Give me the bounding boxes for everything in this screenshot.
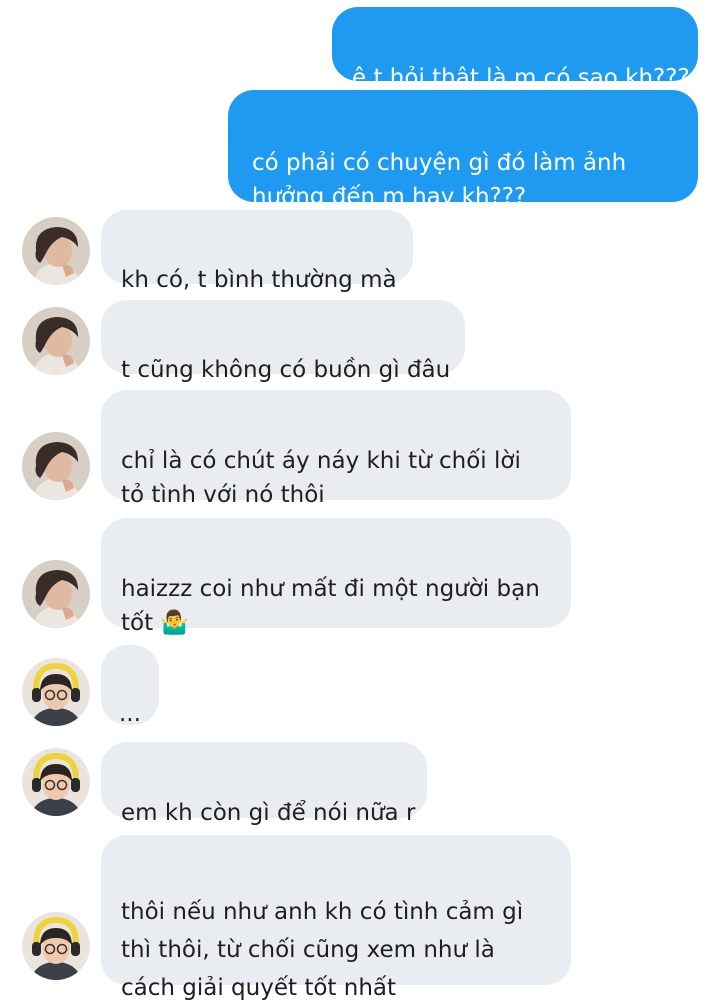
- incoming-message-bubble[interactable]: kh có, t bình thường mà: [101, 210, 413, 293]
- avatar-guy[interactable]: [22, 432, 90, 500]
- outgoing-message-bubble[interactable]: có phải có chuyện gì đó làm ảnh hưởng đế…: [228, 90, 698, 210]
- avatar-guy[interactable]: [22, 560, 90, 628]
- message-text: kh có, t bình thường mà: [121, 267, 397, 293]
- avatar-guy[interactable]: [22, 307, 90, 375]
- avatar-guy-image: [22, 217, 90, 285]
- incoming-message-bubble[interactable]: thôi nếu như anh kh có tình cảm gì thì t…: [101, 835, 571, 1001]
- message-text: ...: [119, 701, 141, 727]
- avatar-girl-image: [22, 748, 90, 816]
- avatar-guy-image: [22, 432, 90, 500]
- message-text: thôi nếu như anh kh có tình cảm gì thì t…: [121, 899, 524, 1001]
- avatar-girl-image: [22, 912, 90, 980]
- avatar-guy-image: [22, 307, 90, 375]
- message-text: ê t hỏi thật là m có sao kh???: [352, 65, 690, 91]
- outgoing-message-bubble[interactable]: ê t hỏi thật là m có sao kh???: [332, 7, 698, 91]
- message-text: có phải có chuyện gì đó làm ảnh hưởng đế…: [252, 150, 627, 210]
- incoming-message-bubble[interactable]: ...: [101, 645, 159, 727]
- avatar-guy[interactable]: [22, 217, 90, 285]
- message-text: t cũng không có buồn gì đâu: [121, 357, 451, 383]
- incoming-message-bubble[interactable]: t cũng không có buồn gì đâu: [101, 300, 465, 383]
- avatar-girl-headphones[interactable]: [22, 912, 90, 980]
- avatar-girl-headphones[interactable]: [22, 748, 90, 816]
- incoming-message-bubble[interactable]: em kh còn gì để nói nữa r: [101, 742, 427, 826]
- incoming-message-bubble[interactable]: chỉ là có chút áy náy khi từ chối lời tỏ…: [101, 390, 571, 508]
- incoming-message-bubble[interactable]: haizzz coi như mất đi một người bạn tốt …: [101, 518, 571, 636]
- message-text: haizzz coi như mất đi một người bạn tốt …: [121, 576, 540, 636]
- avatar-guy-image: [22, 560, 90, 628]
- message-text: chỉ là có chút áy náy khi từ chối lời tỏ…: [121, 448, 521, 508]
- avatar-girl-image: [22, 658, 90, 726]
- avatar-girl-headphones[interactable]: [22, 658, 90, 726]
- message-text: em kh còn gì để nói nữa r: [121, 800, 416, 826]
